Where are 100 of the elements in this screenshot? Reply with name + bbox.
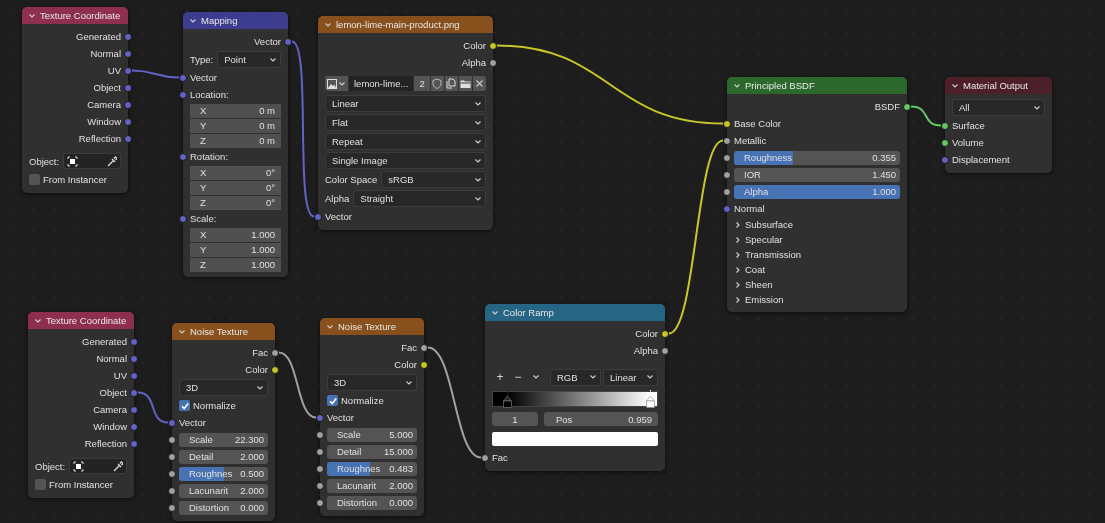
slider-field[interactable]: Detail 15.000	[327, 444, 417, 459]
number-field[interactable]: Z 0 m	[190, 133, 281, 148]
socket-dot[interactable]	[179, 73, 187, 82]
socket-dot[interactable]	[723, 136, 731, 145]
dropdown[interactable]: 3D	[179, 379, 268, 396]
unlink-button[interactable]	[472, 76, 486, 91]
checkbox[interactable]	[179, 400, 190, 411]
socket-dot[interactable]	[271, 365, 279, 374]
panel-label[interactable]: Emission	[745, 294, 784, 305]
dropdown[interactable]: Repeat	[325, 133, 486, 150]
dropdown[interactable]: Point	[217, 51, 281, 68]
socket-dot[interactable]	[124, 66, 132, 75]
chevron-icon[interactable]	[34, 316, 42, 325]
socket-dot[interactable]	[316, 447, 324, 456]
slider-field[interactable]: Detail 2.000	[179, 449, 268, 464]
chevron-icon[interactable]	[951, 81, 959, 90]
color-swatch[interactable]	[492, 432, 658, 446]
dropdown[interactable]: Flat	[325, 114, 486, 131]
dropdown[interactable]: Linear	[325, 95, 486, 112]
socket-dot[interactable]	[420, 360, 428, 369]
socket-dot[interactable]	[179, 90, 187, 99]
socket-dot[interactable]	[420, 343, 428, 352]
socket-dot[interactable]	[284, 37, 292, 46]
chevron-icon[interactable]	[734, 295, 742, 304]
slider-field[interactable]: Scale 22.300	[179, 432, 268, 447]
user-count[interactable]: 2	[414, 76, 430, 91]
slider-field[interactable]: Distortion 0.000	[327, 495, 417, 510]
image-name-field[interactable]: lemon-lime...	[349, 76, 414, 91]
number-field[interactable]: Z 1.000	[190, 257, 281, 272]
socket-dot[interactable]	[130, 439, 138, 448]
panel-label[interactable]: Specular	[745, 234, 783, 245]
socket-dot[interactable]	[316, 481, 324, 490]
socket-dot[interactable]	[661, 346, 669, 355]
ramp-tool-button[interactable]: −	[510, 369, 526, 385]
duplicate-button[interactable]	[444, 76, 458, 91]
chevron-icon[interactable]	[734, 250, 742, 259]
position-field[interactable]: Pos 0.959	[544, 412, 658, 426]
image-browse-button[interactable]	[325, 76, 348, 91]
socket-dot[interactable]	[130, 371, 138, 380]
socket-dot[interactable]	[168, 486, 176, 495]
dropdown[interactable]: 3D	[327, 374, 417, 391]
socket-dot[interactable]	[124, 83, 132, 92]
slider-field[interactable]: Distortion 0.000	[179, 500, 268, 515]
socket-dot[interactable]	[316, 413, 324, 422]
slider-field[interactable]: Roughness 0.355	[734, 150, 900, 165]
socket-dot[interactable]	[903, 102, 911, 111]
socket-dot[interactable]	[941, 138, 949, 147]
number-field[interactable]: Y 0 m	[190, 118, 281, 133]
socket-dot[interactable]	[489, 41, 497, 50]
number-field[interactable]: Z 0°	[190, 195, 281, 210]
number-field[interactable]: X 1.000	[190, 227, 281, 242]
socket-dot[interactable]	[130, 337, 138, 346]
number-field[interactable]: X 0°	[190, 165, 281, 180]
socket-dot[interactable]	[168, 469, 176, 478]
color-stop-handle[interactable]	[645, 390, 655, 408]
socket-dot[interactable]	[723, 170, 731, 179]
socket-dot[interactable]	[168, 435, 176, 444]
socket-dot[interactable]	[124, 32, 132, 41]
eyedropper-icon[interactable]	[106, 155, 117, 167]
socket-dot[interactable]	[130, 422, 138, 431]
chevron-icon[interactable]	[28, 11, 36, 20]
number-field[interactable]: Y 0°	[190, 180, 281, 195]
dropdown[interactable]: Single Image	[325, 152, 486, 169]
dropdown[interactable]: sRGB	[381, 171, 486, 188]
socket-dot[interactable]	[179, 214, 187, 223]
socket-dot[interactable]	[168, 503, 176, 512]
dropdown[interactable]: All	[952, 99, 1045, 116]
checkbox[interactable]	[327, 395, 338, 406]
object-field[interactable]	[69, 458, 127, 474]
fake-user-button[interactable]	[430, 76, 444, 91]
socket-dot[interactable]	[124, 134, 132, 143]
slider-field[interactable]: Scale 5.000	[327, 427, 417, 442]
slider-field[interactable]: Lacunarit 2.000	[327, 478, 417, 493]
eyedropper-icon[interactable]	[112, 460, 123, 472]
socket-dot[interactable]	[130, 354, 138, 363]
socket-dot[interactable]	[723, 153, 731, 162]
chevron-icon[interactable]	[734, 220, 742, 229]
panel-label[interactable]: Subsurface	[745, 219, 794, 230]
socket-dot[interactable]	[941, 155, 949, 164]
chevron-icon[interactable]	[734, 235, 742, 244]
panel-label[interactable]: Coat	[745, 264, 766, 275]
socket-dot[interactable]	[314, 212, 322, 221]
number-field[interactable]: Y 1.000	[190, 242, 281, 257]
color-ramp-bar[interactable]	[492, 391, 658, 407]
socket-dot[interactable]	[124, 49, 132, 58]
stop-index-field[interactable]: 1	[492, 412, 538, 426]
slider-field[interactable]: Alpha 1.000	[734, 184, 900, 199]
dropdown[interactable]: Linear	[603, 368, 658, 386]
socket-dot[interactable]	[168, 452, 176, 461]
socket-dot[interactable]	[271, 348, 279, 357]
socket-dot[interactable]	[130, 405, 138, 414]
socket-dot[interactable]	[481, 453, 489, 462]
socket-dot[interactable]	[130, 388, 138, 397]
open-button[interactable]	[458, 76, 472, 91]
socket-dot[interactable]	[179, 152, 187, 161]
color-stop-handle[interactable]	[503, 390, 513, 408]
chevron-icon[interactable]	[326, 322, 334, 331]
checkbox[interactable]	[29, 174, 40, 185]
chevron-icon[interactable]	[491, 308, 499, 317]
object-field[interactable]	[63, 153, 121, 169]
